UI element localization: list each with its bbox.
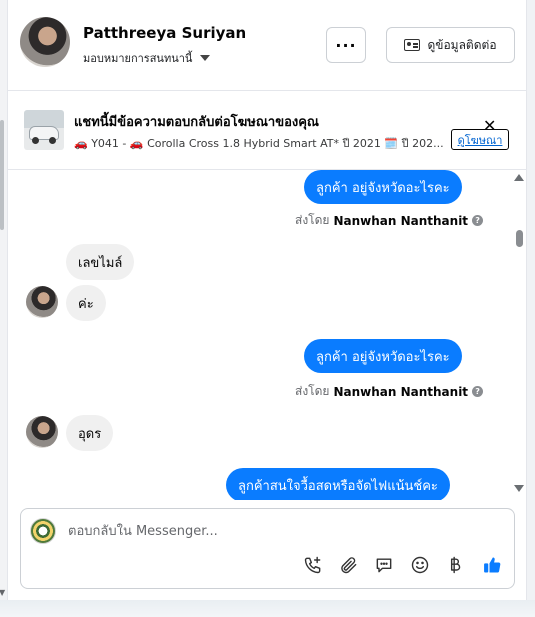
conversation-panel: Patthreeya Suriyan มอบหมายการสนทนานี้ ··… [8,0,527,600]
contact-avatar-small[interactable] [26,416,58,448]
conversation-header: Patthreeya Suriyan มอบหมายการสนทนานี้ ··… [8,0,527,91]
left-panel-edge: ▼ [0,0,8,600]
baht-icon[interactable] [443,553,467,577]
message-incoming: ค่ะ [66,285,106,321]
close-icon[interactable]: ✕ [483,118,496,134]
help-icon[interactable]: ? [472,386,484,397]
assign-conversation-label: มอบหมายการสนทนานี้ [83,52,193,65]
bottom-edge [0,600,535,617]
sent-by-agent: Nanwhan Nanthanit [333,384,469,399]
thumbs-up-icon[interactable] [480,553,504,577]
help-icon[interactable]: ? [472,215,484,226]
more-dots-icon: ··· [335,35,357,55]
sent-by-agent: Nanwhan Nanthanit [333,213,469,228]
smiley-icon[interactable] [408,553,432,577]
chat-bubble-icon[interactable] [372,553,396,577]
left-scrollbar-thumb[interactable] [0,120,4,230]
scroll-up-arrow[interactable] [514,174,524,181]
sent-by-prefix: ส่งโดย [295,213,330,227]
assign-conversation-dropdown[interactable]: มอบหมายการสนทนานี้ [83,49,211,67]
left-scroll-down-arrow[interactable]: ▼ [0,588,5,597]
message-scrollbar-thumb[interactable] [516,230,523,247]
sent-by-line: ส่งโดย Nanwhan Nanthanit ? [295,211,484,230]
ad-banner-detail: 🚗 Y041 - 🚗 Corolla Cross 1.8 Hybrid Smar… [74,137,444,150]
contact-avatar-small[interactable] [26,286,58,318]
message-composer [20,508,515,589]
view-contact-info-label: ดูข้อมูลติดต่อ [427,37,497,52]
reply-input[interactable] [68,520,488,542]
page-avatar [30,518,56,544]
ad-banner-title: แชทนี้มีข้อความตอบกลับต่อโฆษณาของคุณ [74,115,319,130]
message-incoming: เลขไมล์ [66,244,135,280]
view-contact-info-button[interactable]: ดูข้อมูลติดต่อ [386,27,515,63]
message-outgoing: ลูกค้าสนใจวื้อสดหรือจัดไฟแน้นช์คะ [226,468,450,500]
message-incoming: อุดร [66,415,114,451]
ad-thumbnail-image [24,110,64,150]
sent-by-line: ส่งโดย Nanwhan Nanthanit ? [295,382,484,401]
contact-name: Patthreeya Suriyan [83,24,247,42]
right-edge [527,0,535,600]
id-card-icon [404,39,421,51]
sent-by-prefix: ส่งโดย [295,384,330,398]
phone-plus-icon[interactable] [301,553,325,577]
caret-down-icon [200,55,211,61]
contact-avatar[interactable] [20,17,70,67]
message-thread: ลูกค้า อยู่จังหวัดอะไรคะ ส่งโดย Nanwhan … [8,170,527,500]
message-outgoing: ลูกค้า อยู่จังหวัดอะไรคะ [304,170,462,204]
paperclip-icon[interactable] [337,553,361,577]
message-outgoing: ลูกค้า อยู่จังหวัดอะไรคะ [304,339,462,373]
view-ad-link[interactable]: ดูโฆษณา [451,129,509,150]
ad-reply-banner: แชทนี้มีข้อความตอบกลับต่อโฆษณาของคุณ 🚗 Y… [8,92,527,170]
more-options-button[interactable]: ··· [326,27,366,63]
scroll-down-arrow[interactable] [514,485,524,492]
